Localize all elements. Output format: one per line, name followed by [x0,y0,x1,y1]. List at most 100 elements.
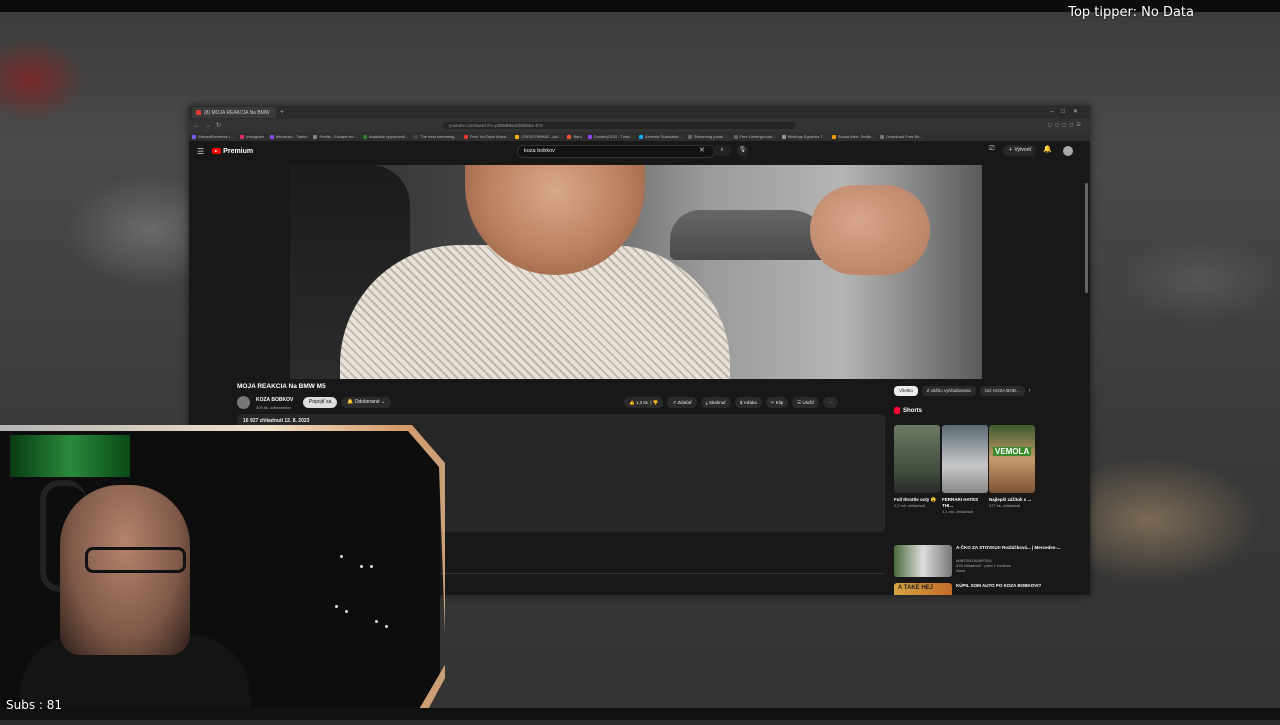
logo-text: Premium [223,147,254,155]
browser-tab[interactable]: (8) MOJA REAKCIA Na BMW [192,107,276,118]
bookmark-label: The best streaming... [420,134,458,139]
forward-icon[interactable]: → [205,123,211,129]
bookmark-label: StreamElements | ... [198,134,235,139]
youtube-play-icon [212,148,222,154]
bookmark-favicon-icon [567,134,572,139]
channel-name[interactable]: KOZA BOBKOV [256,397,293,403]
save-label: Uložiť [802,400,815,405]
bookmark-item[interactable]: Free Underground... [733,134,776,139]
bookmark-label: Animate Subscribe... [645,134,682,139]
bookmark-item[interactable]: Animate Subscribe... [639,134,682,139]
url-field[interactable]: youtube.com/watch?v=p0B8B9a42b8b8&t=97s [443,122,795,129]
bookmark-item[interactable]: The best streaming... [414,134,458,139]
recommendation-chips: Všetko Z vášho vyhľadávania Od: KOZA BOB… [894,386,1031,396]
cast-icon[interactable]: ⎚ [989,145,995,153]
new-tab-button[interactable]: + [280,109,284,116]
views-and-date: 16 927 zhliadnutí 12. 8. 2023 [243,418,310,424]
like-button[interactable]: 👍 1,3 tis. | 👎 [624,397,664,408]
bookmark-label: Donate|OGG - Twitc... [593,134,634,139]
recommended-video[interactable]: A-ČKO ZA STOVKU!! Rozlúčková... | Merced… [894,545,1079,579]
bookmark-item[interactable]: Instagram [240,134,264,139]
bookmark-label: Baru [573,134,582,139]
webcam-overlay [0,425,455,725]
back-icon[interactable]: ← [194,123,200,129]
bookmark-item[interactable]: Free YouTube Video... [463,134,509,139]
bookmark-item[interactable]: Streaming panel ... [687,134,728,139]
chip-all[interactable]: Všetko [894,386,918,396]
search-input[interactable]: koza bobkov [517,145,715,158]
tab-strip: (8) MOJA REAKCIA Na BMW + –□✕ [189,106,1090,119]
share-label: Zdieľať [677,400,692,405]
video-car-shape [670,210,830,260]
bookmark-favicon-icon [781,134,786,139]
youtube-favicon-icon [196,110,201,115]
chip-from-search[interactable]: Z vášho vyhľadávania [921,386,976,396]
bookmark-favicon-icon [269,134,274,139]
thanks-button[interactable]: $ Vďaka [734,397,762,408]
bookmark-favicon-icon [313,134,318,139]
shorts-icon [894,407,900,414]
subs-counter: Subs : 81 [6,698,63,712]
bookmark-label: Free Underground... [739,134,776,139]
channel-subscribers: 309 tis. odberateľov [256,405,292,410]
bookmark-item[interactable]: Modlogs Egoelina T... [781,134,826,139]
join-button[interactable]: Pripojiť sa [303,397,338,408]
bookmarks-bar: StreamElements | ... Instagram Introduce -… [189,132,1090,141]
bookmark-item[interactable]: Introduce - Twitch [269,134,307,139]
bookmark-item[interactable]: Sound Alert: Dedik... [831,134,874,139]
bookmark-item[interactable]: Donate|OGG - Twitc... [587,134,634,139]
video-actions: 👍 1,3 tis. | 👎 ↗ Zdieľať ⤓ Stiahnuť $ Vď… [624,397,838,408]
clear-search-icon[interactable]: ✕ [699,146,705,154]
recommended-video[interactable]: A TAKÉ HEJ KÚPIL SOM AUTO PO KOZA BOBKOV… [894,583,1079,595]
bookmark-favicon-icon [463,134,468,139]
short-thumbnail-text: VEMOLA [993,447,1032,456]
extensions-icons[interactable]: ◻◻◻◻☰ [1048,122,1084,128]
bookmark-favicon-icon [831,134,836,139]
account-avatar[interactable] [1063,146,1073,156]
bookmark-favicon-icon [192,134,196,139]
bookmark-favicon-icon [733,134,738,139]
short-item[interactable]: FERRARI HATES THI... 1,1 mil. zhliadnutí [942,425,988,515]
short-item[interactable]: Full throttle only 😮 2,2 mil. zhliadnutí [894,425,940,509]
short-thumbnail [894,425,940,493]
download-button[interactable]: ⤓ Stiahnuť [700,397,731,408]
bookmark-label: Streaming panel ... [693,134,728,139]
create-button[interactable]: ＋ Vytvoriť [1003,145,1037,156]
clip-button[interactable]: ✂ Klip [765,397,789,408]
window-controls[interactable]: –□✕ [1050,108,1086,115]
short-views: 2,2 mil. zhliadnutí [894,503,926,508]
menu-icon[interactable]: ☰ [197,147,204,156]
channel-avatar[interactable] [237,396,250,409]
bookmark-label: Instagram [246,134,264,139]
streamer-glasses [85,547,186,573]
bookmark-item[interactable]: Available opportuniti... [362,134,408,139]
chip-from-channel[interactable]: Od: KOZA BOB... [979,386,1025,396]
video-player[interactable] [290,165,982,379]
recommended-thumbnail [894,545,952,577]
bookmark-item[interactable]: Profile - Escape fro... [313,134,357,139]
bookmark-item[interactable]: Baru [567,134,582,139]
save-button[interactable]: ☰ Uložiť [792,397,820,408]
search-icon[interactable]: ⌕ [713,145,731,156]
bookmark-favicon-icon [687,134,692,139]
bookmark-item[interactable]: StreamElements | ... [192,134,234,139]
youtube-logo[interactable]: Premium [212,148,253,155]
notifications-bell-icon[interactable]: 🔔 [1043,145,1052,153]
reload-icon[interactable]: ↻ [216,122,221,129]
page-scrollbar[interactable] [1085,183,1088,293]
bookmark-item[interactable]: CREATORHUB - Act... [515,134,561,139]
bookmark-favicon-icon [414,134,419,139]
background-panel-lights [330,550,400,640]
new-badge: Nové [956,568,966,573]
microphone-icon[interactable]: 🎙 [737,145,748,156]
more-actions-button[interactable]: ⋯ [823,397,838,408]
bookmark-favicon-icon [880,134,885,139]
shorts-heading: Shorts [894,407,922,414]
share-button[interactable]: ↗ Zdieľať [667,397,697,408]
top-tipper-label: Top tipper: No Data [1068,5,1194,20]
short-item[interactable]: VEMOLA Najlepší zážitok s ... 577 tis. z… [989,425,1035,509]
webcam-green-light [10,435,130,477]
bookmark-item[interactable]: Download Free Bo... [880,134,923,139]
chevron-right-icon[interactable]: › [1029,386,1031,396]
subscribed-button[interactable]: 🔔 Odoberané ⌄ [341,397,392,408]
